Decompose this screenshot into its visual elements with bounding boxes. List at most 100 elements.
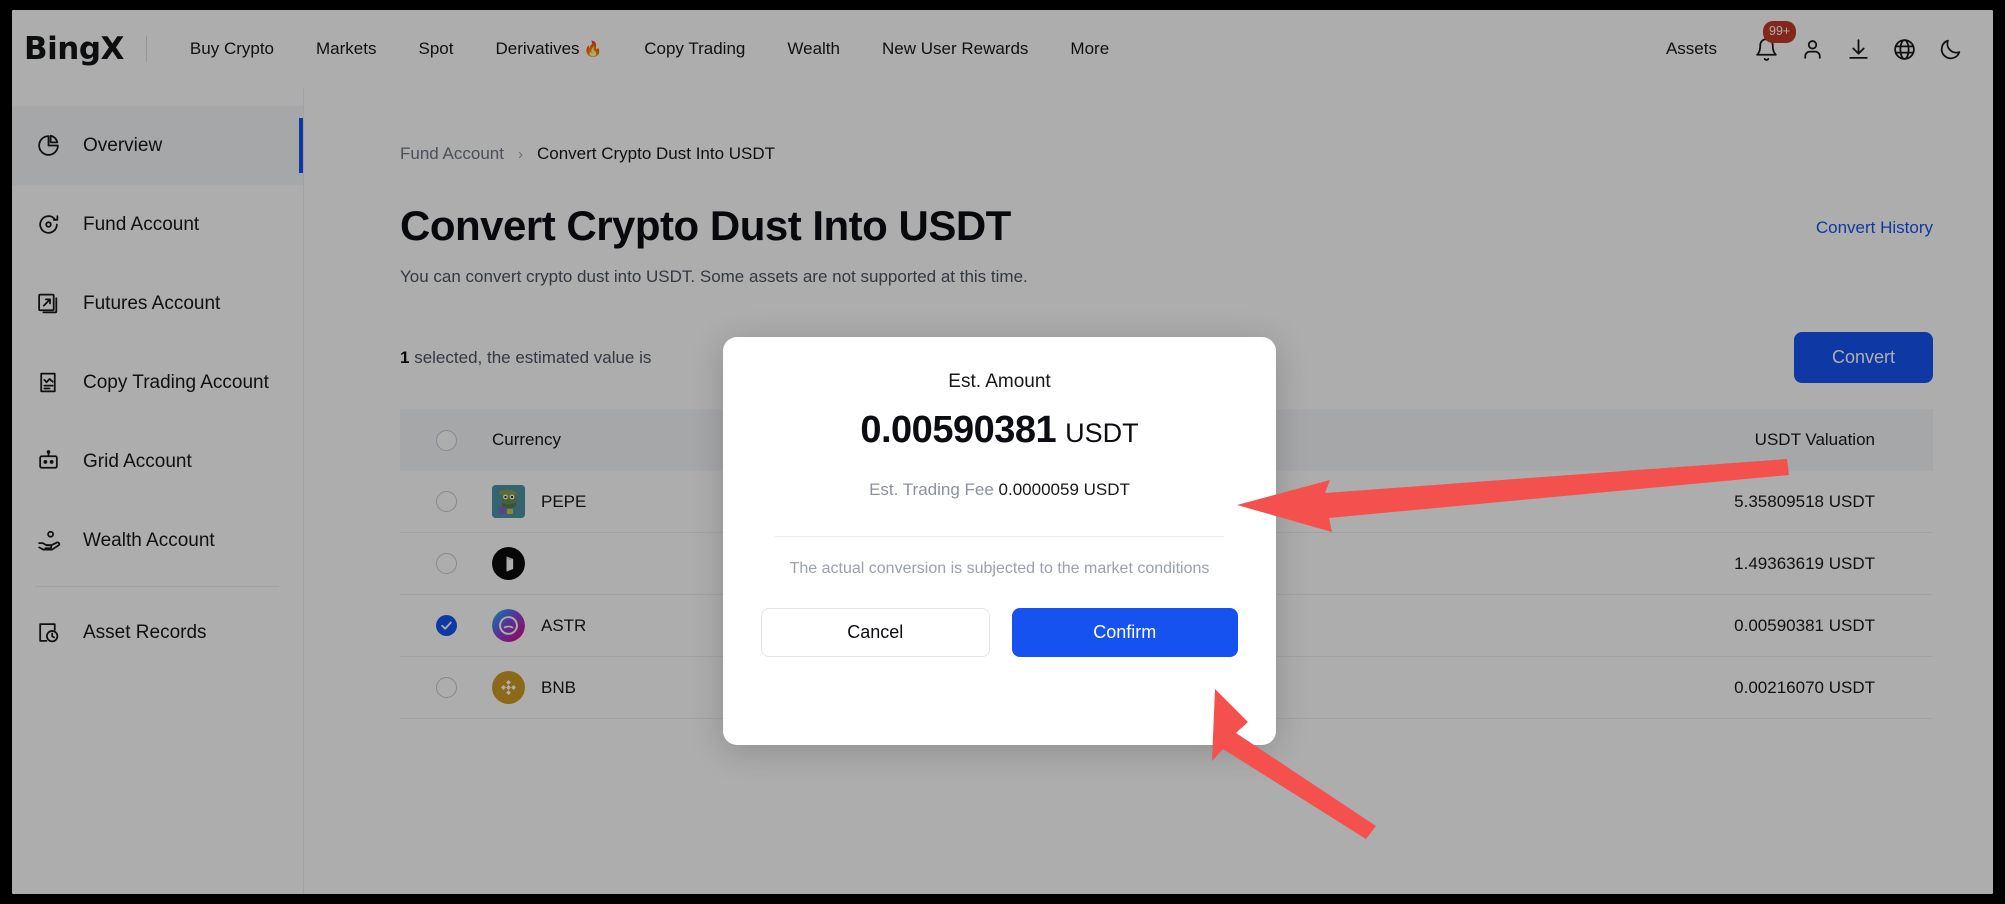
sidebar-item-wealth-account[interactable]: Wealth Account [12, 501, 303, 580]
modal-fee-label: Est. Trading Fee [869, 480, 994, 499]
header-actions: Assets 99+ [1666, 21, 1993, 69]
sidebar-item-label: Overview [83, 134, 163, 156]
sidebar-item-overview[interactable]: Overview [12, 106, 303, 185]
breadcrumb-current: Convert Crypto Dust Into USDT [536, 144, 776, 163]
pie-chart-icon [35, 133, 61, 159]
sidebar-item-label: Futures Account [83, 292, 221, 314]
nav-item-copy-trading[interactable]: Copy Trading [623, 39, 766, 59]
row-valuation-cell: 0.00590381 USDT [1734, 615, 1875, 635]
title-row: Convert Crypto Dust Into USDT Convert Hi… [400, 202, 1933, 250]
bnb-coin-icon [492, 671, 525, 704]
convert-button[interactable]: Convert [1793, 332, 1933, 383]
notification-button[interactable]: 99+ [1743, 21, 1797, 69]
sidebar-item-futures-account[interactable]: Futures Account [12, 264, 303, 343]
nav-label: Buy Crypto [189, 39, 275, 58]
row-valuation-cell: 1.49363619 USDT [1734, 553, 1875, 573]
confirm-button[interactable]: Confirm [1011, 608, 1238, 657]
logo-divider [145, 36, 147, 62]
nav-item-buy-crypto[interactable]: Buy Crypto [169, 39, 295, 59]
nav-label: Wealth [787, 39, 840, 58]
row-currency-cell: BNB [492, 671, 742, 704]
chart-document-icon [35, 370, 61, 396]
download-button[interactable] [1835, 29, 1881, 69]
nav-label: Markets [316, 39, 377, 58]
sidebar-item-copy-trading-account[interactable]: Copy Trading Account [12, 343, 303, 422]
row-radio[interactable] [435, 491, 457, 512]
row-valuation-cell: 0.00216070 USDT [1734, 677, 1875, 697]
row-select-cell[interactable] [400, 491, 492, 512]
sidebar-item-label: Grid Account [83, 450, 192, 472]
nav-item-spot[interactable]: Spot [397, 39, 474, 59]
modal-divider [775, 536, 1224, 537]
hand-coin-icon [35, 528, 61, 554]
header-currency: Currency [492, 430, 561, 449]
theme-toggle-button[interactable] [1927, 29, 1973, 69]
bingx-logo[interactable]: BingX [24, 31, 124, 67]
pepe-coin-icon [492, 485, 525, 518]
breadcrumb-parent[interactable]: Fund Account [400, 144, 504, 164]
modal-label: Est. Amount [948, 371, 1051, 392]
sidebar-item-label: Wealth Account [83, 529, 215, 551]
row-currency-cell [492, 547, 742, 580]
select-all-radio[interactable] [435, 429, 457, 451]
row-radio[interactable] [435, 677, 457, 698]
robot-icon [35, 449, 61, 475]
assets-menu[interactable]: Assets [1666, 39, 1717, 59]
main-nav: Buy Crypto Markets Spot Derivatives 🔥 Co… [169, 39, 1130, 59]
nav-label: Copy Trading [644, 39, 746, 58]
fire-icon: 🔥 [583, 41, 603, 58]
modal-amount-unit: USDT [1065, 418, 1139, 448]
row-currency-cell: ASTR [492, 609, 742, 642]
browser-screen: BingX Buy Crypto Markets Spot Derivative… [12, 10, 1993, 894]
row-currency-label: BNB [541, 677, 576, 697]
sidebar-item-fund-account[interactable]: Fund Account [12, 185, 303, 264]
nav-label: Derivatives [495, 39, 580, 58]
nav-label: New User Rewards [881, 39, 1029, 58]
modal-actions: Cancel Confirm [753, 608, 1246, 657]
refresh-circle-icon [35, 212, 61, 238]
sidebar-item-label: Asset Records [83, 621, 207, 643]
dark-coin-icon [492, 547, 525, 580]
nav-label: More [1070, 39, 1110, 58]
selection-text: selected, the estimated value is [414, 347, 652, 367]
header-usdt-valuation: USDT Valuation [1754, 430, 1875, 449]
modal-fee-row: Est. Trading Fee 0.0000059 USDT [753, 480, 1246, 500]
nav-item-new-user-rewards[interactable]: New User Rewards [861, 39, 1049, 59]
convert-history-link[interactable]: Convert History [1816, 218, 1933, 250]
sidebar-item-asset-records[interactable]: Asset Records [12, 593, 303, 672]
confirm-conversion-modal: Est. Amount 0.00590381 USDT Est. Trading… [723, 337, 1276, 745]
selection-summary: 1 selected, the estimated value is [400, 348, 651, 368]
language-button[interactable] [1881, 29, 1927, 69]
user-button[interactable] [1789, 29, 1835, 69]
clock-document-icon [35, 620, 61, 646]
row-select-cell[interactable] [400, 677, 492, 698]
modal-amount-row: 0.00590381 USDT [753, 409, 1246, 452]
sidebar-item-grid-account[interactable]: Grid Account [12, 422, 303, 501]
chevron-right-icon: › [517, 145, 523, 163]
row-currency-cell: PEPE [492, 485, 742, 518]
selection-count: 1 [400, 347, 410, 367]
sidebar-item-label: Copy Trading Account [83, 371, 269, 393]
page-description: You can convert crypto dust into USDT. S… [400, 267, 1028, 286]
row-currency-label: ASTR [541, 615, 587, 635]
document-arrow-icon [35, 291, 61, 317]
modal-amount-value: 0.00590381 [860, 409, 1057, 451]
nav-item-derivatives[interactable]: Derivatives 🔥 [474, 39, 623, 59]
row-radio[interactable] [435, 553, 457, 574]
cancel-button[interactable]: Cancel [761, 608, 990, 657]
row-select-cell[interactable] [400, 615, 492, 636]
modal-fee-value: 0.0000059 USDT [998, 480, 1130, 499]
page-title: Convert Crypto Dust Into USDT [400, 202, 1011, 249]
row-select-cell[interactable] [400, 553, 492, 574]
nav-label: Spot [418, 39, 454, 58]
modal-note: The actual conversion is subjected to th… [789, 560, 1210, 577]
row-radio-checked[interactable] [435, 615, 457, 636]
row-valuation-cell: 5.35809518 USDT [1734, 491, 1875, 511]
breadcrumb: Fund Account › Convert Crypto Dust Into … [400, 88, 1933, 164]
nav-item-wealth[interactable]: Wealth [766, 39, 861, 59]
sidebar-item-label: Fund Account [83, 213, 200, 235]
nav-item-more[interactable]: More [1049, 39, 1130, 59]
sidebar: Overview Fund Account Futures Account Co… [12, 88, 304, 894]
header-select-all-cell[interactable] [400, 429, 492, 451]
nav-item-markets[interactable]: Markets [295, 39, 397, 59]
